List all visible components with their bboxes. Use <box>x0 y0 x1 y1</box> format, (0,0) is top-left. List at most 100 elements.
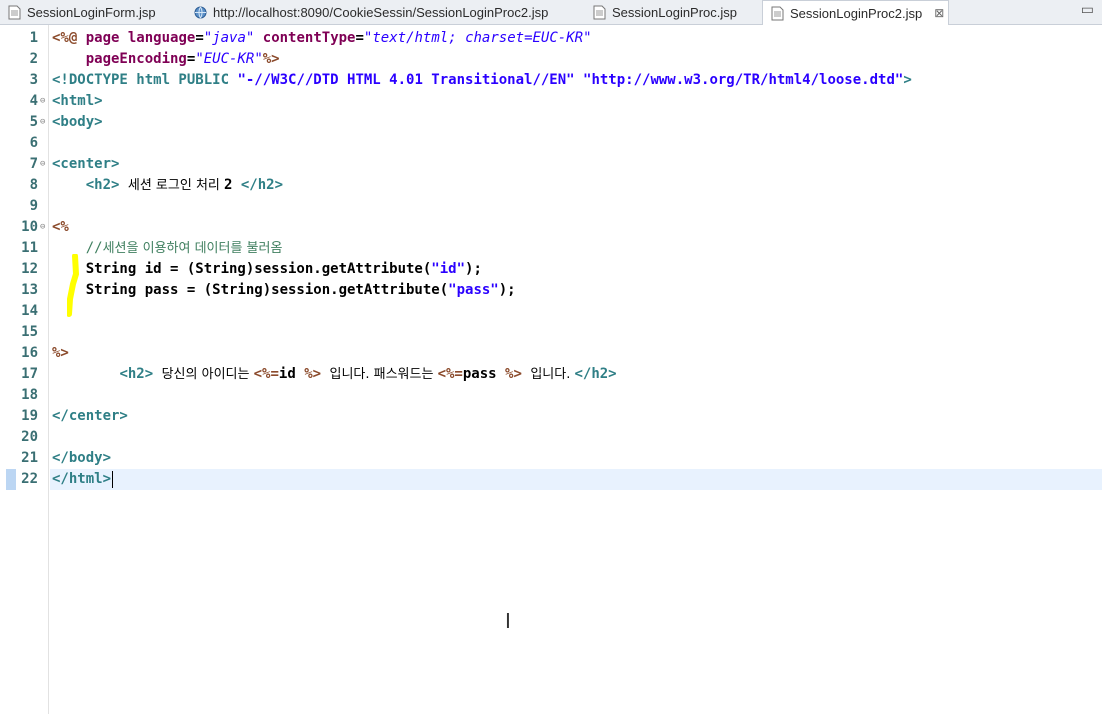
minimize-maximize-icon[interactable]: ▭ <box>1081 2 1094 18</box>
code-token: 당신의 아이디는 <box>161 367 254 382</box>
code-token: page <box>85 30 128 46</box>
line-number: 14 <box>21 303 38 319</box>
code-text: <% <box>52 217 69 238</box>
code-text: %> <box>52 343 69 364</box>
jsp-file-icon <box>771 6 784 20</box>
jsp-file-icon <box>593 5 606 19</box>
code-line[interactable]: 19 </center> <box>0 406 1102 427</box>
code-token: 세션 로그인 처리 <box>127 178 224 193</box>
code-token: <html> <box>52 93 103 109</box>
code-token: "-//W3C//DTD HTML 4.01 Transitional//EN"… <box>237 72 904 88</box>
tab-session-login-proc[interactable]: SessionLoginProc.jsp <box>585 0 755 24</box>
code-line[interactable]: 21 </body> <box>0 448 1102 469</box>
code-token: 세션을 이용하여 데이터를 불러옴 <box>102 241 283 256</box>
line-number: 3 <box>29 72 38 88</box>
code-text: </center> <box>52 406 128 427</box>
code-token: </h2> <box>574 366 617 382</box>
code-line[interactable]: 15 <box>0 322 1102 343</box>
code-token: </h2> <box>240 177 284 193</box>
code-line[interactable]: 13 String pass = (String)session.getAttr… <box>0 280 1102 301</box>
fold-toggle-icon[interactable]: ⊖ <box>40 217 45 238</box>
code-line[interactable]: 9 <box>0 196 1102 217</box>
tab-label: SessionLoginProc.jsp <box>612 4 738 20</box>
code-line[interactable]: 7 ⊖ <center> <box>0 154 1102 175</box>
line-number: 9 <box>29 198 38 214</box>
code-token: 입니다. 패스워드는 <box>329 367 438 382</box>
line-number: 1 <box>29 30 38 46</box>
code-text: <h2> 당신의 아이디는 <%=id %> 입니다. 패스워드는 <%=pas… <box>52 364 617 385</box>
line-number: 2 <box>29 51 38 67</box>
code-text: pageEncoding="EUC-KR"%> <box>52 49 280 70</box>
code-token: <%= <box>253 366 279 382</box>
code-token: String id = (String)session.getAttribute… <box>52 261 432 277</box>
code-token: </body> <box>52 450 112 466</box>
code-line[interactable]: 22 </html> <box>0 469 1102 490</box>
code-line[interactable]: 14 <box>0 301 1102 322</box>
code-line[interactable]: 3 <!DOCTYPE html PUBLIC "-//W3C//DTD HTML… <box>0 70 1102 91</box>
fold-toggle-icon[interactable]: ⊖ <box>40 154 45 175</box>
code-line[interactable]: 2 pageEncoding="EUC-KR"%> <box>0 49 1102 70</box>
code-text: String id = (String)session.getAttribute… <box>52 259 482 280</box>
code-line[interactable]: 8 <h2> 세션 로그인 처리 2 </h2> <box>0 175 1102 196</box>
line-number: 13 <box>21 282 38 298</box>
code-line[interactable]: 5 ⊖ <body> <box>0 112 1102 133</box>
close-icon[interactable]: ⊠ <box>934 6 944 20</box>
code-token: = <box>195 30 204 46</box>
code-token: <body> <box>52 114 103 130</box>
line-number: 21 <box>21 450 38 466</box>
globe-icon <box>194 6 207 18</box>
code-token: "java" <box>203 30 255 46</box>
code-editor[interactable]: 1 <%@ page language="java" contentType="t… <box>0 25 1102 714</box>
code-token: <% <box>52 219 69 235</box>
tab-session-login-proc2[interactable]: SessionLoginProc2.jsp ⊠ <box>762 0 949 25</box>
line-number: 7 <box>29 156 38 172</box>
code-token: %> <box>262 51 280 67</box>
code-text: <html> <box>52 91 103 112</box>
fold-toggle-icon[interactable]: ⊖ <box>40 112 45 133</box>
tab-label: http://localhost:8090/CookieSessin/Sessi… <box>213 4 549 20</box>
code-text: <%@ page language="java" contentType="te… <box>52 28 592 49</box>
jsp-file-icon <box>8 5 21 19</box>
code-token: pageEncoding <box>85 51 187 67</box>
code-token: %> <box>505 366 522 382</box>
line-number: 15 <box>21 324 38 340</box>
yellow-highlighter-mark <box>67 254 79 317</box>
code-line[interactable]: 17 <h2> 당신의 아이디는 <%=id %> 입니다. 패스워드는 <%=… <box>0 364 1102 385</box>
code-line[interactable]: 20 <box>0 427 1102 448</box>
editor-tab-bar: SessionLoginForm.jsp http://localhost:80… <box>0 0 1102 25</box>
code-token: <h2> <box>85 177 120 193</box>
line-number: 12 <box>21 261 38 277</box>
line-number: 22 <box>21 471 38 487</box>
code-line[interactable]: 16 %> <box>0 343 1102 364</box>
line-number: 17 <box>21 366 38 382</box>
code-line[interactable]: 18 <box>0 385 1102 406</box>
code-token: </html> <box>52 471 112 487</box>
line-number: 20 <box>21 429 38 445</box>
code-text: //세션을 이용하여 데이터를 불러옴 <box>52 238 283 259</box>
code-token: </center> <box>52 408 128 424</box>
code-token: <h2> <box>119 366 154 382</box>
code-token: language <box>127 30 196 46</box>
code-line[interactable]: 4 ⊖ <html> <box>0 91 1102 112</box>
code-line[interactable]: 12 String id = (String)session.getAttrib… <box>0 259 1102 280</box>
code-line[interactable]: 6 <box>0 133 1102 154</box>
tab-browser-preview[interactable]: http://localhost:8090/CookieSessin/Sessi… <box>186 0 572 24</box>
code-token: ); <box>498 282 516 298</box>
tab-session-login-form[interactable]: SessionLoginForm.jsp <box>0 0 180 24</box>
code-token: "pass" <box>448 282 499 298</box>
code-text: String pass = (String)session.getAttribu… <box>52 280 516 301</box>
code-token: <%@ <box>52 30 86 46</box>
code-line[interactable]: 10 ⊖ <% <box>0 217 1102 238</box>
code-token: id <box>278 366 305 382</box>
code-token: <center> <box>52 156 120 172</box>
fold-toggle-icon[interactable]: ⊖ <box>40 91 45 112</box>
code-line[interactable]: 1 <%@ page language="java" contentType="t… <box>0 28 1102 49</box>
code-token: "id" <box>431 261 466 277</box>
code-text: </body> <box>52 448 111 469</box>
line-number: 11 <box>21 240 38 256</box>
code-text: <!DOCTYPE html PUBLIC "-//W3C//DTD HTML … <box>52 70 912 91</box>
code-line[interactable]: 11 //세션을 이용하여 데이터를 불러옴 <box>0 238 1102 259</box>
